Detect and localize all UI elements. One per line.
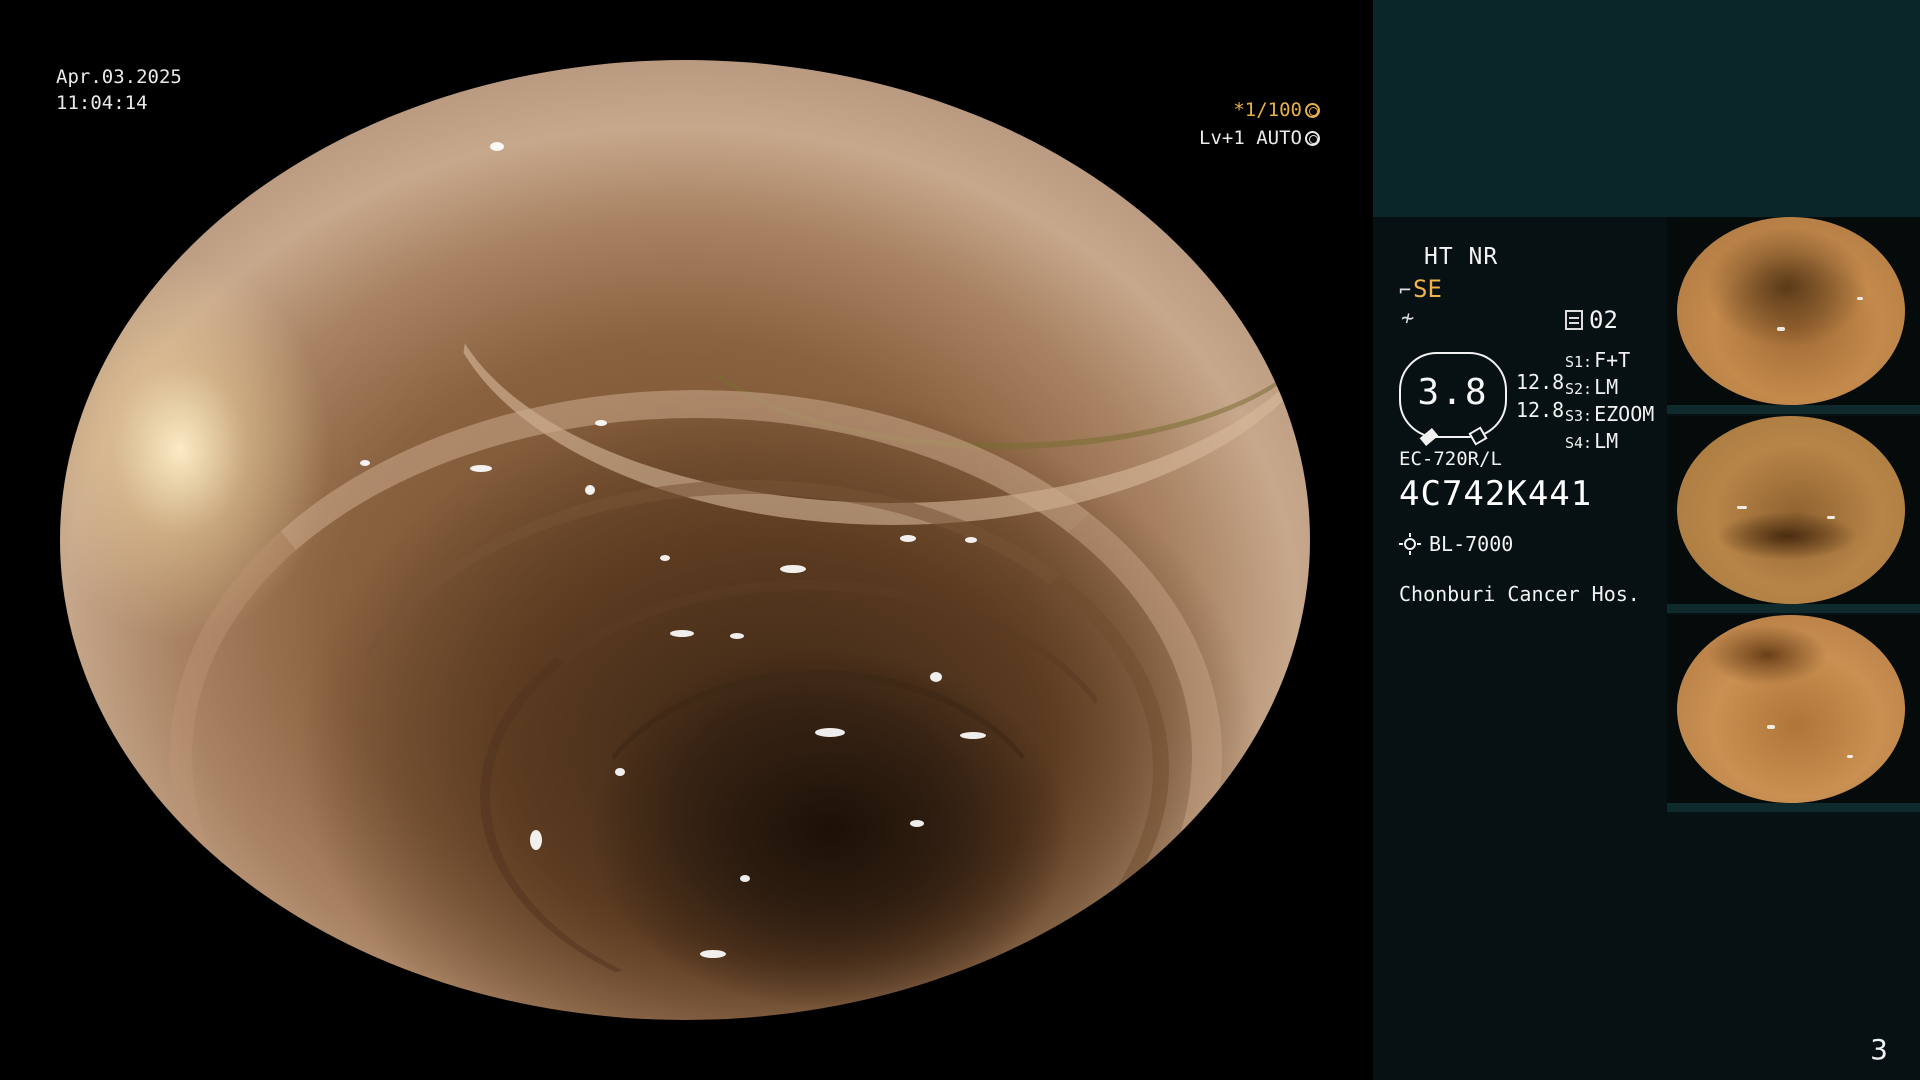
switch-row: S4: LM bbox=[1565, 429, 1654, 456]
specular-highlight bbox=[780, 565, 806, 573]
specular-highlight bbox=[815, 728, 845, 737]
switch-key: S4: bbox=[1565, 434, 1593, 452]
readout-value-b: 12.8 bbox=[1516, 398, 1565, 422]
scope-serial: 4C742K441 bbox=[1399, 474, 1593, 514]
enhancement-icon: ⌐ bbox=[1399, 278, 1412, 302]
switch-row: S3: EZOOM bbox=[1565, 402, 1654, 429]
specular-highlight bbox=[730, 633, 744, 639]
switch-value: F+T bbox=[1594, 348, 1631, 372]
zoom-marker-outline-icon bbox=[1468, 426, 1488, 446]
specular-highlight bbox=[965, 537, 977, 543]
specular-highlight bbox=[490, 142, 504, 151]
zoom-marker-icon bbox=[1419, 428, 1439, 446]
switch-row: S1: F+T bbox=[1565, 348, 1654, 375]
zoom-indicator: 3.8 bbox=[1399, 352, 1507, 446]
specular-highlight bbox=[740, 875, 750, 882]
switch-key: S2: bbox=[1565, 380, 1593, 398]
readout-value-a: 12.8 bbox=[1516, 370, 1565, 394]
exam-time: 11:04:14 bbox=[56, 92, 148, 114]
specular-highlight bbox=[910, 820, 924, 827]
thumbnail-image bbox=[1677, 615, 1905, 803]
exam-date: Apr.03.2025 bbox=[56, 66, 182, 88]
switch-value: EZOOM bbox=[1594, 402, 1655, 426]
specular-highlight bbox=[470, 465, 492, 472]
thumbnail[interactable] bbox=[1667, 217, 1920, 414]
thumbnail-image bbox=[1677, 217, 1905, 405]
thumbnail-caption-bar bbox=[1667, 803, 1920, 812]
memory-value: 02 bbox=[1589, 306, 1618, 334]
endoscope-view: Apr.03.2025 11:04:14 *1/100 Lv+1 AUTO bbox=[0, 0, 1373, 1080]
specular-highlight bbox=[1737, 506, 1747, 509]
scope-switch-list: S1: F+T S2: LM S3: EZOOM S4: LM bbox=[1565, 348, 1654, 456]
specular-highlight bbox=[670, 630, 694, 637]
specular-highlight bbox=[960, 732, 986, 739]
date-time-readout: Apr.03.2025 11:04:14 bbox=[56, 64, 182, 116]
switch-key: S3: bbox=[1565, 407, 1593, 425]
specular-highlight bbox=[530, 830, 542, 850]
switch-value: LM bbox=[1594, 375, 1619, 399]
captured-image-thumbnails bbox=[1667, 217, 1920, 814]
shutter-speed: *1/100 bbox=[1233, 99, 1302, 121]
light-source-readout: BL-7000 bbox=[1399, 532, 1513, 556]
mucosal-fold bbox=[580, 670, 1056, 1011]
specular-highlight bbox=[1777, 327, 1785, 331]
brightness-level: Lv+1 AUTO bbox=[1199, 127, 1302, 149]
specular-highlight bbox=[700, 950, 726, 958]
switch-value: LM bbox=[1594, 429, 1619, 453]
specular-highlight bbox=[585, 485, 595, 495]
freeze-icon: ≁ bbox=[1401, 306, 1415, 331]
ht-nr-mode: HT NR bbox=[1424, 244, 1499, 270]
brightness-level-readout: Lv+1 AUTO bbox=[1020, 127, 1320, 149]
specular-highlight bbox=[615, 768, 625, 776]
thumbnail[interactable] bbox=[1667, 615, 1920, 812]
specular-highlight bbox=[1060, 970, 1078, 980]
page-number: 3 bbox=[1870, 1033, 1888, 1066]
hospital-name: Chonburi Cancer Hos. bbox=[1399, 582, 1640, 606]
structure-enhancement: ⌐SE bbox=[1399, 275, 1442, 303]
memory-readout: 02 bbox=[1565, 306, 1618, 334]
thumbnail-image bbox=[1677, 416, 1905, 604]
shutter-readout: *1/100 bbox=[1020, 99, 1320, 121]
specular-highlight bbox=[1847, 755, 1853, 758]
specular-highlight bbox=[660, 555, 670, 561]
info-panel-header-block bbox=[1373, 0, 1920, 217]
zoom-value: 3.8 bbox=[1417, 372, 1489, 413]
light-source-icon bbox=[1399, 533, 1421, 555]
endoscope-image bbox=[60, 60, 1310, 1020]
light-source: BL-7000 bbox=[1429, 532, 1514, 556]
specular-highlight bbox=[1857, 297, 1863, 300]
memory-icon bbox=[1565, 310, 1583, 330]
specular-highlight bbox=[960, 980, 996, 994]
specular-highlight bbox=[360, 460, 370, 466]
scope-model: EC-720R/L bbox=[1399, 448, 1502, 470]
specular-highlight bbox=[930, 672, 942, 682]
auto-iris-icon bbox=[1305, 131, 1320, 146]
se-label: SE bbox=[1413, 275, 1442, 303]
specular-highlight bbox=[1767, 725, 1775, 729]
switch-key: S1: bbox=[1565, 353, 1593, 371]
thumbnail[interactable] bbox=[1667, 416, 1920, 613]
info-panel: HT NR ⌐SE ≁ 02 3.8 12.8 12.8 S1: F+T S2: L… bbox=[1373, 0, 1920, 1080]
specular-highlight bbox=[595, 420, 607, 426]
switch-row: S2: LM bbox=[1565, 375, 1654, 402]
thumbnail-caption-bar bbox=[1667, 604, 1920, 613]
shutter-icon bbox=[1305, 103, 1320, 118]
thumbnail-caption-bar bbox=[1667, 405, 1920, 414]
specular-highlight bbox=[1827, 516, 1835, 519]
specular-highlight bbox=[900, 535, 916, 542]
